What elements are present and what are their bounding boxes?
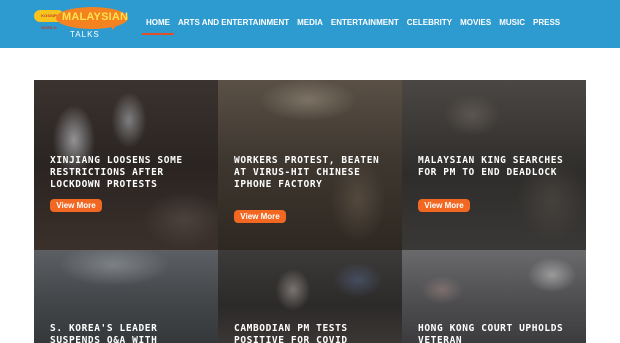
site-logo[interactable]: KOSSIP WORLD MALAYSIAN TALKS <box>34 6 134 42</box>
nav-item-media[interactable]: MEDIA <box>297 0 323 48</box>
nav-item-entertainment[interactable]: ENTERTAINMENT <box>331 0 399 48</box>
nav-item-music[interactable]: MUSIC <box>499 0 525 48</box>
article-grid: XINJIANG LOOSENS SOME RESTRICTIONS AFTER… <box>34 80 586 343</box>
nav-item-home[interactable]: HOME <box>142 0 174 48</box>
article-card[interactable]: HONG KONG COURT UPHOLDS VETERAN <box>402 250 586 343</box>
nav-item-press[interactable]: PRESS <box>533 0 560 48</box>
article-title[interactable]: MALAYSIAN KING SEARCHES FOR PM TO END DE… <box>418 155 578 179</box>
nav-item-movies[interactable]: MOVIES <box>460 0 491 48</box>
view-more-button[interactable]: View More <box>234 210 286 223</box>
nav-item-celebrity[interactable]: CELEBRITY <box>407 0 452 48</box>
article-card[interactable]: MALAYSIAN KING SEARCHES FOR PM TO END DE… <box>402 80 586 250</box>
view-more-button[interactable]: View More <box>50 199 102 212</box>
view-more-button[interactable]: View More <box>418 199 470 212</box>
nav-item-arts-and-entertainment[interactable]: ARTS AND ENTERTAINMENT <box>178 0 289 48</box>
article-title[interactable]: S. KOREA'S LEADER SUSPENDS Q&A WITH <box>50 323 210 343</box>
article-card[interactable]: S. KOREA'S LEADER SUSPENDS Q&A WITH <box>34 250 218 343</box>
article-card[interactable]: CAMBODIAN PM TESTS POSITIVE FOR COVID <box>218 250 402 343</box>
article-title[interactable]: XINJIANG LOOSENS SOME RESTRICTIONS AFTER… <box>50 155 210 191</box>
article-title[interactable]: CAMBODIAN PM TESTS POSITIVE FOR COVID <box>234 323 394 343</box>
article-card[interactable]: WORKERS PROTEST, BEATEN AT VIRUS-HIT CHI… <box>218 80 402 250</box>
site-header: KOSSIP WORLD MALAYSIAN TALKS HOME ARTS A… <box>0 0 620 48</box>
article-title[interactable]: HONG KONG COURT UPHOLDS VETERAN <box>418 323 578 343</box>
logo-title: MALAYSIAN <box>62 11 129 23</box>
logo-subtitle: TALKS <box>70 30 100 39</box>
logo-bubble-tail <box>112 22 120 30</box>
article-card[interactable]: XINJIANG LOOSENS SOME RESTRICTIONS AFTER… <box>34 80 218 250</box>
article-title[interactable]: WORKERS PROTEST, BEATEN AT VIRUS-HIT CHI… <box>234 155 394 191</box>
main-nav: HOME ARTS AND ENTERTAINMENT MEDIA ENTERT… <box>142 0 568 48</box>
